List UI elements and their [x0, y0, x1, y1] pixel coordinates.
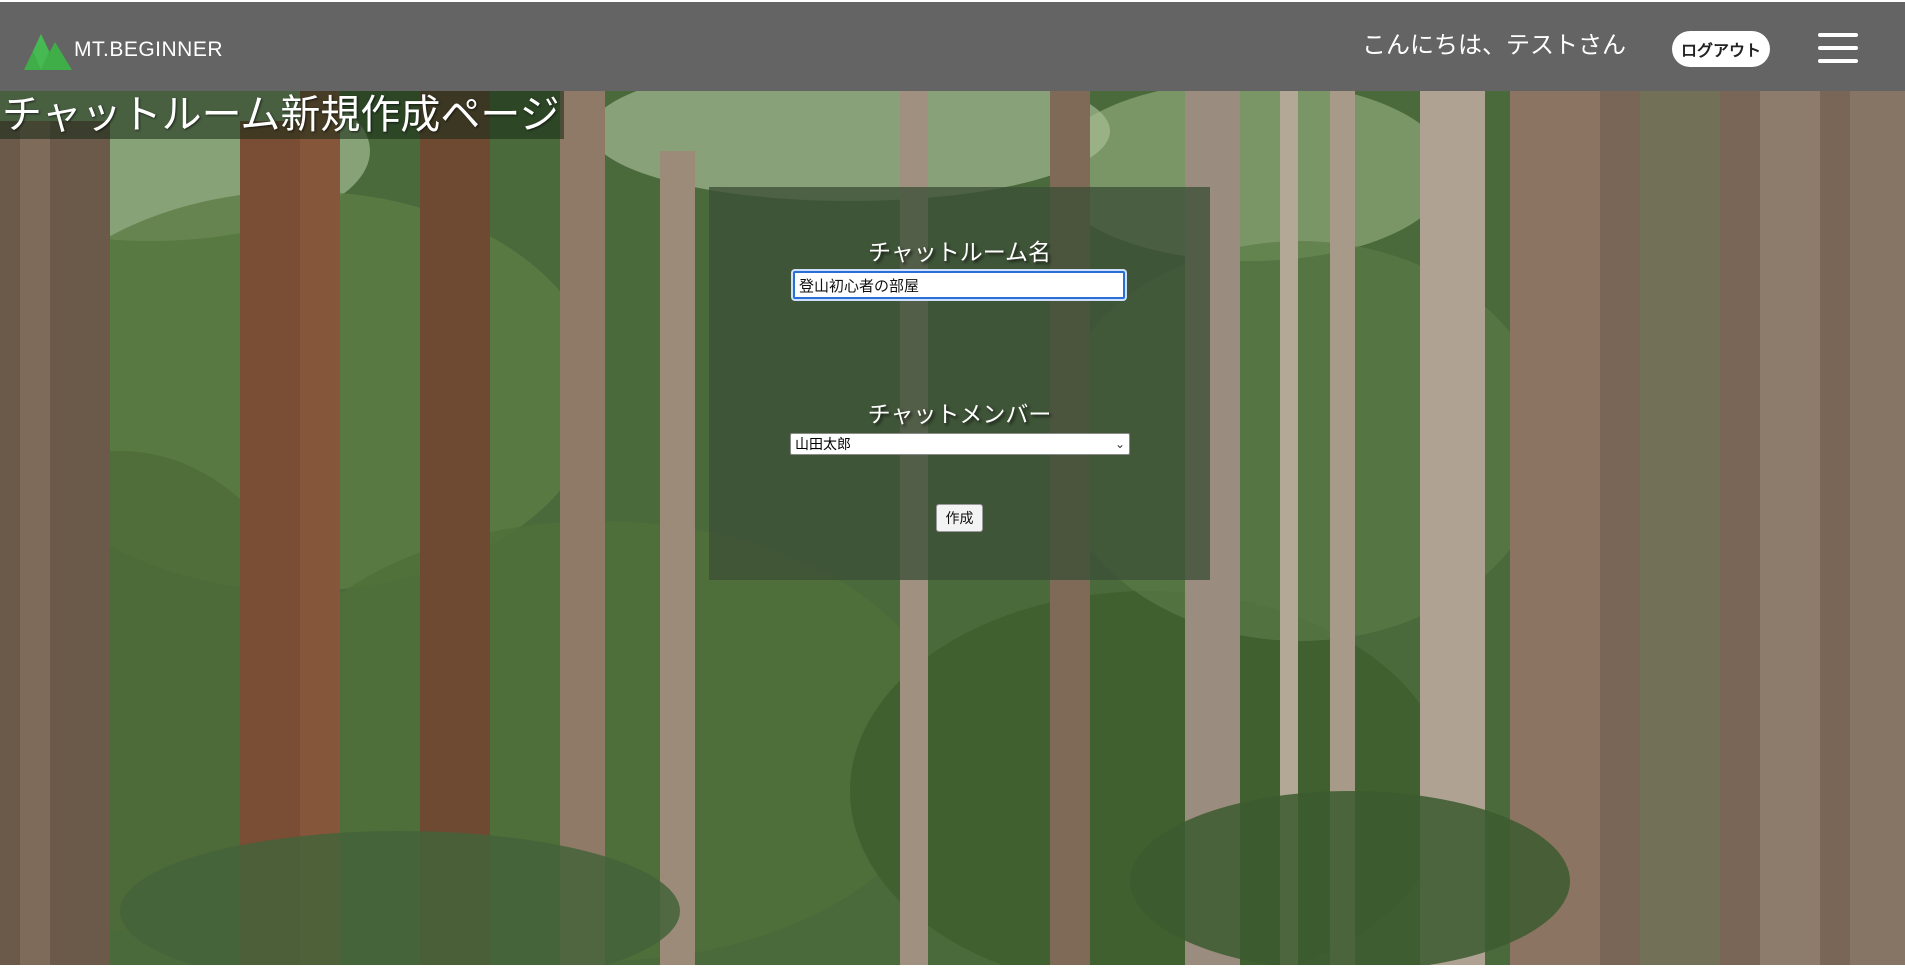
mountain-logo-icon [24, 34, 72, 70]
member-label: チャットメンバー [867, 402, 1052, 428]
member-select[interactable]: 山田太郎 ⌄ [790, 433, 1130, 455]
room-name-input[interactable] [793, 271, 1125, 299]
chatroom-form-panel: チャットルーム名 チャットメンバー 山田太郎 ⌄ 作成 [709, 187, 1210, 580]
page: MT.BEGINNER こんにちは、テストさん ログアウト チャットルーム新規作… [0, 0, 1905, 971]
create-button[interactable]: 作成 [936, 504, 983, 532]
page-title: チャットルーム新規作成ページ [0, 91, 564, 139]
chevron-down-icon: ⌄ [1114, 437, 1125, 451]
header-bar: MT.BEGINNER こんにちは、テストさん ログアウト [0, 2, 1905, 91]
brand-logo[interactable]: MT.BEGINNER [24, 30, 223, 70]
room-name-label: チャットルーム名 [867, 240, 1052, 266]
member-select-value: 山田太郎 [795, 437, 851, 453]
logout-button[interactable]: ログアウト [1672, 31, 1770, 67]
brand-name: MT.BEGINNER [74, 38, 224, 61]
hamburger-menu-icon[interactable] [1818, 33, 1858, 63]
user-greeting: こんにちは、テストさん [1362, 31, 1626, 59]
